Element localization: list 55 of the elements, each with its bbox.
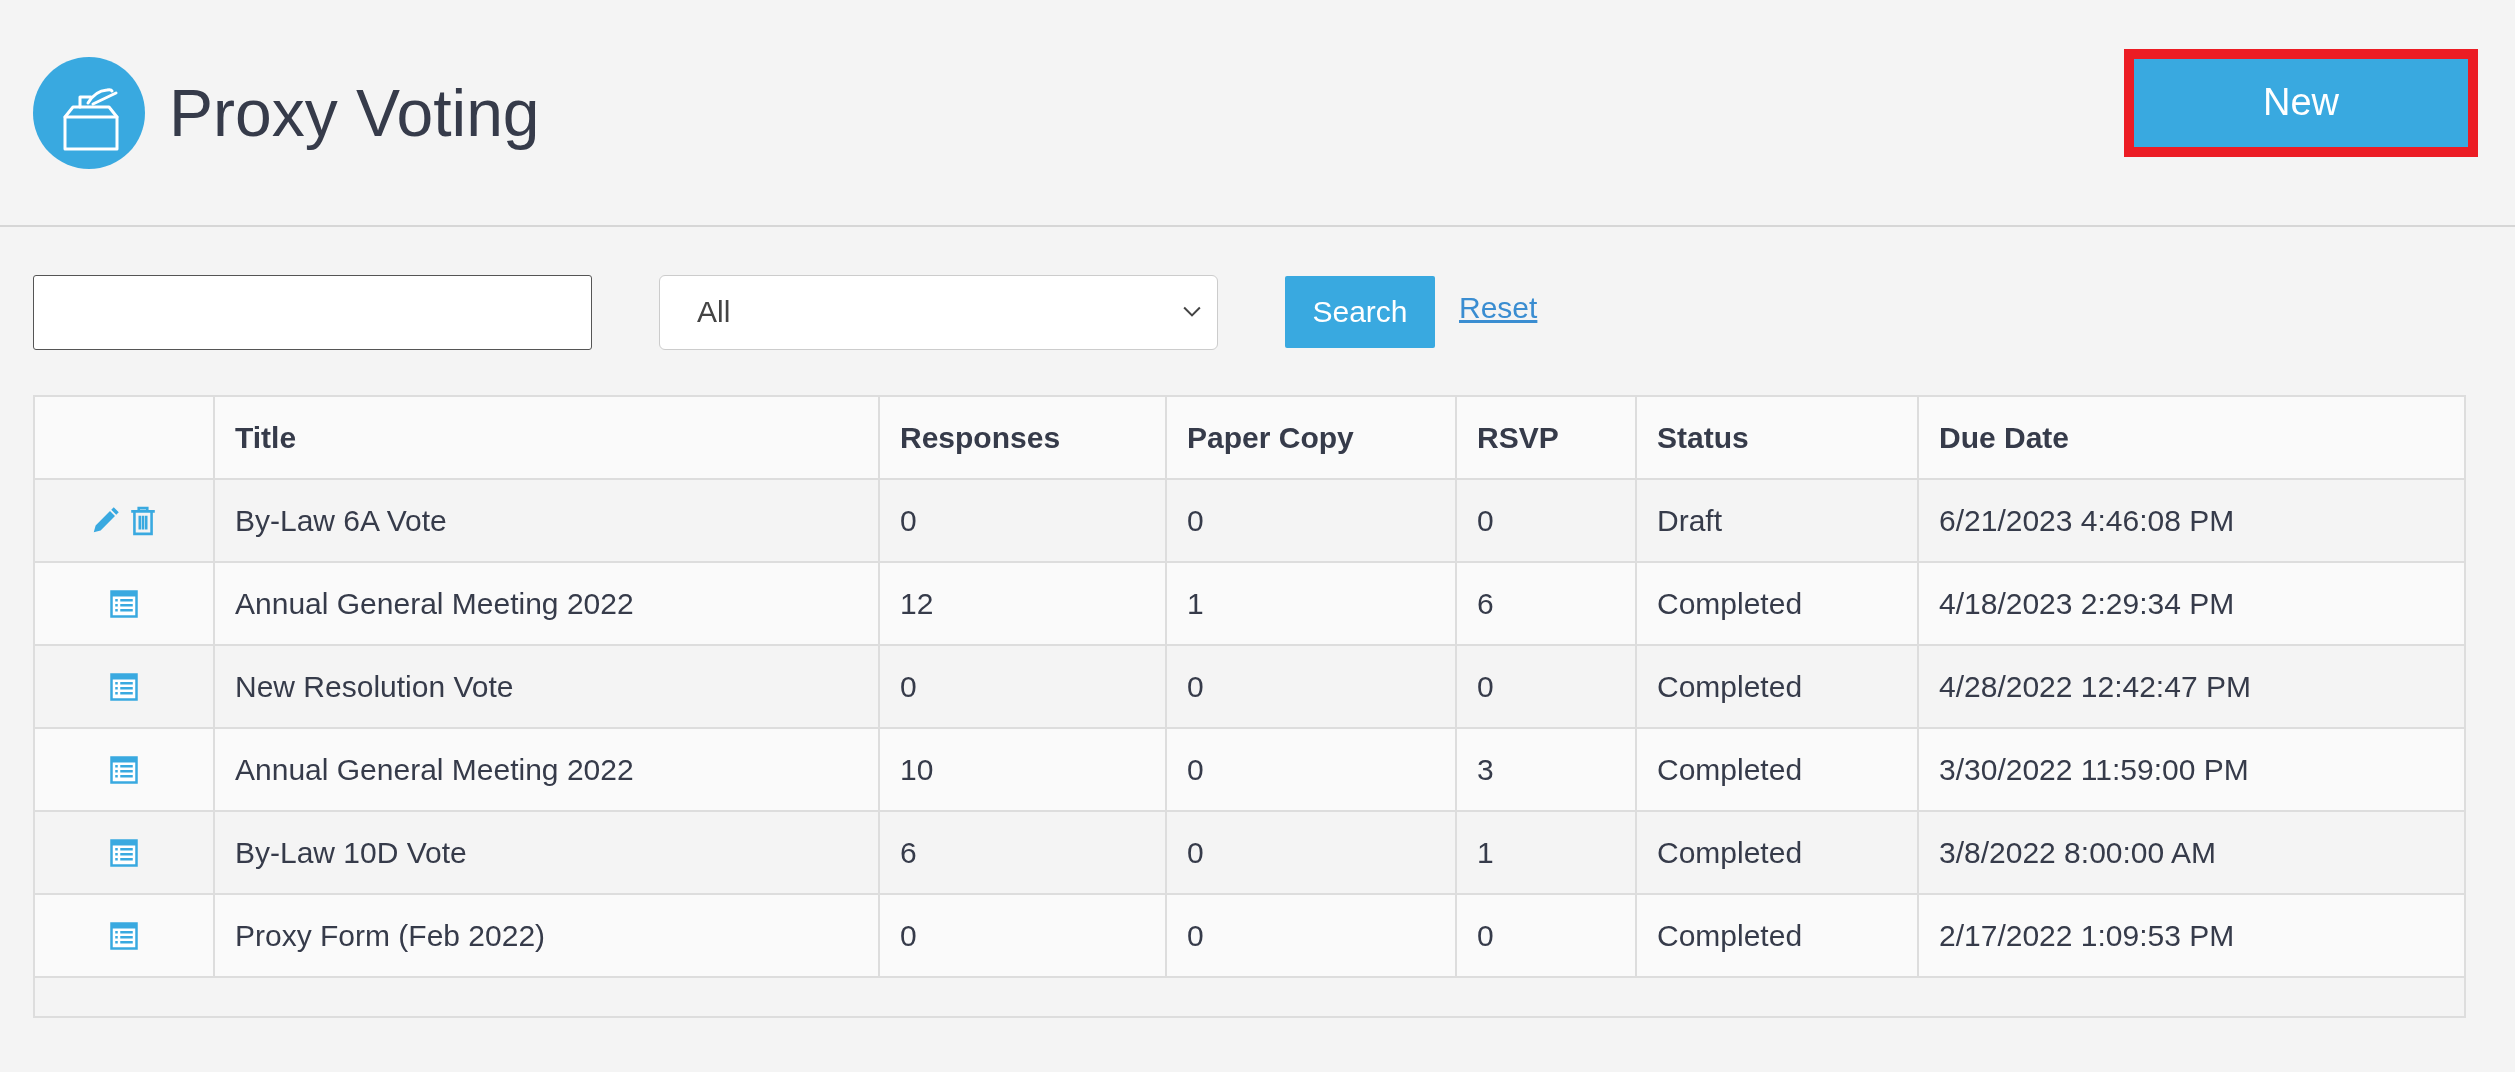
- table-cell: 0: [1477, 503, 1494, 538]
- column-header: Due Date: [1939, 420, 2070, 455]
- table-cell: 0: [1187, 918, 1204, 953]
- table-cell: 12: [900, 586, 934, 621]
- new-button[interactable]: New: [2124, 48, 2478, 157]
- column-header: Status: [1657, 420, 1749, 455]
- chevron-down-icon: [1183, 306, 1201, 318]
- column-header: Responses: [900, 420, 1061, 455]
- column-header: Title: [235, 420, 297, 455]
- table-cell: By-Law 6A Vote: [235, 503, 447, 538]
- table-cell: 0: [900, 918, 917, 953]
- table-cell: New Resolution Vote: [235, 669, 514, 704]
- table-cell: 10: [900, 752, 934, 787]
- table-cell: Draft: [1657, 503, 1722, 538]
- status-dropdown[interactable]: All: [659, 274, 1218, 350]
- column-header: RSVP: [1477, 420, 1559, 455]
- table-cell: Completed: [1657, 669, 1803, 704]
- list-icon[interactable]: [109, 837, 139, 868]
- search-button[interactable]: Search: [1285, 276, 1435, 348]
- table-cell: 1: [1477, 835, 1494, 870]
- reset-link[interactable]: Reset: [1459, 291, 1538, 325]
- table-cell: 3/30/2022 11:59:00 PM: [1939, 752, 2249, 787]
- ballot-box-icon: [33, 56, 145, 169]
- list-icon[interactable]: [109, 588, 139, 619]
- list-icon[interactable]: [109, 754, 139, 785]
- table-cell: 2/17/2022 1:09:53 PM: [1939, 918, 2235, 953]
- table-cell: 0: [1477, 918, 1494, 953]
- table-cell: Completed: [1657, 835, 1803, 870]
- table-cell: 6: [1477, 586, 1494, 621]
- trash-icon[interactable]: [128, 505, 158, 536]
- table-cell: 4/28/2022 12:42:47 PM: [1939, 669, 2251, 704]
- table-cell: 0: [1187, 835, 1204, 870]
- table-cell: Proxy Form (Feb 2022): [235, 918, 546, 953]
- table-cell: 4/18/2023 2:29:34 PM: [1939, 586, 2235, 621]
- search-field[interactable]: [33, 274, 592, 350]
- table-cell: 3/8/2022 8:00:00 AM: [1939, 835, 2216, 870]
- table-cell: 1: [1187, 586, 1204, 621]
- table-cell: 0: [1187, 752, 1204, 787]
- table-cell: 0: [900, 503, 917, 538]
- table-cell: 6/21/2023 4:46:08 PM: [1939, 503, 2235, 538]
- table-cell: Completed: [1657, 586, 1803, 621]
- table-cell: By-Law 10D Vote: [235, 835, 467, 870]
- column-header: Paper Copy: [1187, 420, 1354, 455]
- table-cell: Completed: [1657, 918, 1803, 953]
- table-cell: Completed: [1657, 752, 1803, 787]
- table-cell: 6: [900, 835, 917, 870]
- table-cell: 0: [1187, 669, 1204, 704]
- table-cell: 0: [1187, 503, 1204, 538]
- table-cell: 0: [900, 669, 917, 704]
- table-cell: Annual General Meeting 2022: [235, 752, 634, 787]
- table-cell: Annual General Meeting 2022: [235, 586, 634, 621]
- table-cell: 3: [1477, 752, 1494, 787]
- list-icon[interactable]: [109, 671, 139, 702]
- list-icon[interactable]: [109, 920, 139, 951]
- table-cell: 0: [1477, 669, 1494, 704]
